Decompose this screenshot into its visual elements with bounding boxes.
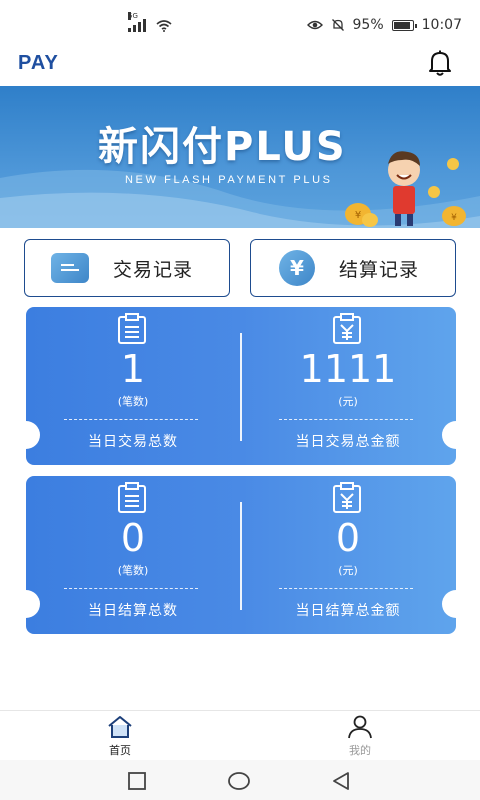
clipboard-list-icon	[118, 313, 146, 344]
transaction-amount-unit: (元)	[338, 395, 358, 408]
home-icon	[108, 716, 132, 738]
settlement-amount-unit: (元)	[338, 564, 358, 577]
transaction-records-button[interactable]: 交易记录	[24, 239, 230, 297]
battery-percent: 95%	[352, 17, 384, 33]
user-icon	[348, 715, 372, 739]
status-bar: 5G 95% 10:07	[0, 0, 480, 48]
recents-square-icon[interactable]	[127, 771, 147, 791]
transaction-amount-value: 1111	[299, 347, 397, 391]
tab-mine[interactable]: 我的	[320, 715, 400, 758]
battery-icon	[391, 19, 417, 31]
tab-home-label: 首页	[109, 744, 131, 757]
system-nav-bar	[0, 760, 480, 800]
back-triangle-icon[interactable]	[331, 771, 351, 791]
clock: 10:07	[421, 17, 462, 33]
clipboard-list-icon	[118, 482, 146, 513]
dashed-divider	[64, 588, 198, 589]
settlement-amount-caption: 当日结算总金额	[295, 603, 401, 619]
settlement-count-value: 0	[120, 516, 146, 560]
clipboard-yuan-icon	[333, 482, 361, 513]
bottom-tab-bar: 首页 我的	[0, 710, 480, 761]
card-icon	[51, 253, 89, 283]
transaction-amount-stat: 1111 (元) 当日交易总金额	[241, 307, 455, 465]
banner-subtitle: NEW FLASH PAYMENT PLUS	[125, 174, 333, 186]
tab-home[interactable]: 首页	[80, 715, 160, 758]
clipboard-yuan-icon	[333, 313, 361, 344]
settlement-stats-card: 0 (笔数) 当日结算总数 0 (元) 当日结算总金额	[26, 476, 456, 634]
settlement-count-unit: (笔数)	[117, 564, 149, 577]
mascot-illustration: ¥ ¥	[345, 151, 466, 227]
bell-icon[interactable]	[426, 48, 454, 78]
tab-mine-label: 我的	[349, 744, 371, 757]
home-circle-icon[interactable]	[228, 771, 250, 791]
svg-text:¥: ¥	[451, 213, 457, 223]
signal-icon: 5G	[128, 12, 146, 32]
transaction-amount-caption: 当日交易总金额	[295, 434, 401, 450]
mute-bell-icon	[331, 19, 344, 31]
transaction-count-unit: (笔数)	[117, 395, 149, 408]
wifi-icon	[156, 20, 172, 32]
brand-logo: PAY	[18, 52, 59, 74]
eye-icon	[306, 20, 323, 30]
transaction-count-value: 1	[120, 347, 146, 391]
settlement-records-button[interactable]: ¥ 结算记录	[250, 239, 456, 297]
transaction-count-stat: 1 (笔数) 当日交易总数	[26, 307, 240, 465]
settlement-count-stat: 0 (笔数) 当日结算总数	[26, 476, 240, 634]
settlement-records-label: 结算记录	[339, 258, 420, 281]
network-status: 5G	[128, 12, 172, 32]
svg-text:¥: ¥	[355, 210, 361, 221]
network-type-label: 5G	[128, 12, 138, 20]
promo-banner[interactable]: 新闪付PLUS NEW FLASH PAYMENT PLUS ¥ ¥	[0, 86, 480, 228]
dashed-divider	[279, 588, 413, 589]
dashed-divider	[64, 419, 198, 420]
settlement-count-caption: 当日结算总数	[88, 603, 178, 619]
app-header: PAY	[0, 48, 480, 86]
dashed-divider	[279, 419, 413, 420]
settlement-amount-value: 0	[335, 516, 361, 560]
banner-title: 新闪付PLUS	[98, 124, 347, 170]
transaction-records-label: 交易记录	[113, 258, 194, 281]
settlement-amount-stat: 0 (元) 当日结算总金额	[241, 476, 455, 634]
yuan-coin-icon: ¥	[279, 250, 315, 286]
transaction-stats-card: 1 (笔数) 当日交易总数 1111 (元) 当日交易总金额	[26, 307, 456, 465]
transaction-count-caption: 当日交易总数	[88, 434, 178, 450]
